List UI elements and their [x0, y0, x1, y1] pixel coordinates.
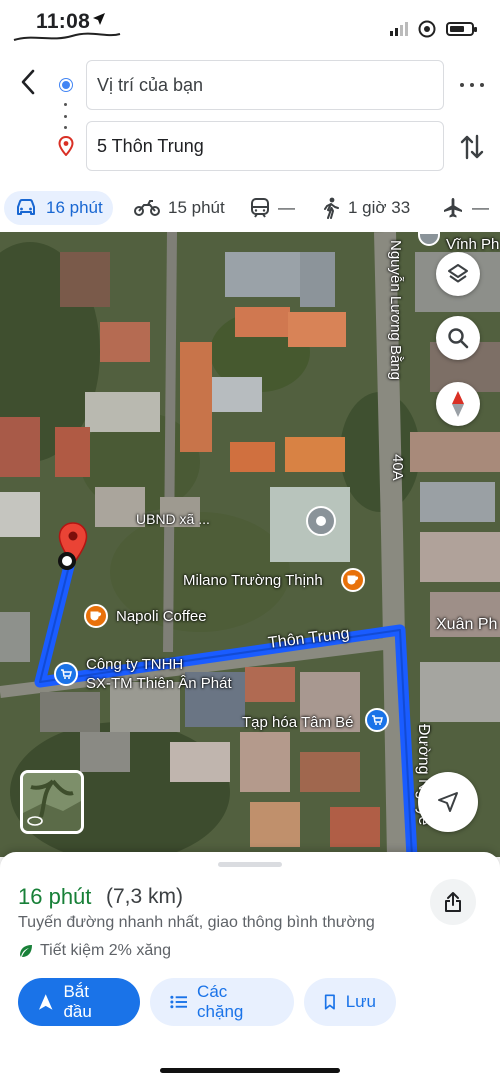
- my-location-button[interactable]: [418, 772, 478, 832]
- street-view-icon: [27, 816, 43, 826]
- tab-transit[interactable]: —: [240, 191, 305, 225]
- map-label-napoli[interactable]: Napoli Coffee: [116, 608, 207, 625]
- map-label-nguyen-luong-bang[interactable]: Nguyễn Lương Bằng: [387, 240, 404, 380]
- map-label-milano[interactable]: Milano Trường Thịnh: [183, 572, 323, 589]
- shop-marker-icon[interactable]: [365, 708, 389, 732]
- bookmark-icon: [324, 994, 335, 1010]
- place-marker-icon[interactable]: [306, 506, 336, 536]
- tab-walk[interactable]: 1 giờ 33: [312, 191, 420, 225]
- destination-input[interactable]: 5 Thôn Trung: [86, 121, 444, 171]
- map-label-tap-hoa[interactable]: Tạp hóa Tâm Bé: [242, 714, 353, 731]
- fuel-saving: Tiết kiệm 2% xăng: [18, 942, 171, 960]
- map-label-40a[interactable]: 40A: [389, 454, 406, 481]
- map-label-cong-ty-line2[interactable]: SX-TM Thiên Ân Phát: [86, 675, 232, 692]
- destination-pin-icon: [58, 136, 74, 156]
- airplane-icon: [444, 198, 462, 218]
- signal-icon: [390, 22, 408, 36]
- directions-header: Vị trí của bạn 5 Thôn Trung: [0, 48, 500, 180]
- search-along-route-button[interactable]: [436, 316, 480, 360]
- route-summary-sheet: 16 phút (7,3 km) Tuyến đường nhanh nhất,…: [0, 852, 500, 1080]
- transit-icon: [251, 198, 269, 218]
- route-duration: 16 phút: [18, 884, 92, 909]
- car-icon: [17, 199, 35, 215]
- route-distance: (7,3 km): [106, 885, 184, 908]
- street-view-thumbnail[interactable]: [20, 770, 84, 834]
- start-label: Bắt đầu: [63, 982, 92, 1021]
- cafe-marker-icon[interactable]: [341, 568, 365, 592]
- compass-button[interactable]: [436, 382, 480, 426]
- compass-icon: [452, 391, 464, 417]
- tab-walk-label: 1 giờ 33: [348, 198, 411, 217]
- map-view[interactable]: Nguyễn Lương Bằng 40A Vĩnh Ph UBND xã ..…: [0, 232, 500, 857]
- origin-input[interactable]: Vị trí của bạn: [86, 60, 444, 110]
- sheet-drag-handle[interactable]: [218, 862, 282, 867]
- map-label-cong-ty-line1[interactable]: Công ty TNHH: [86, 656, 183, 673]
- route-start-dot: [58, 552, 76, 570]
- handwritten-scribble: [13, 32, 121, 41]
- route-description: Tuyến đường nhanh nhất, giao thông bình …: [18, 914, 375, 931]
- layers-button[interactable]: [436, 252, 480, 296]
- search-icon: [448, 328, 469, 349]
- status-indicators: [390, 20, 477, 38]
- steps-button[interactable]: Các chặng: [150, 978, 294, 1026]
- swap-icon: [460, 134, 484, 160]
- back-button[interactable]: [12, 64, 44, 100]
- tab-motorbike[interactable]: 15 phút: [124, 191, 235, 225]
- status-bar: 11:08: [0, 0, 500, 48]
- tab-motorbike-label: 15 phút: [168, 198, 225, 217]
- steps-label: Các chặng: [197, 982, 244, 1021]
- cafe-marker-icon[interactable]: [84, 604, 108, 628]
- map-label-vinh-phu[interactable]: Vĩnh Ph: [446, 236, 499, 253]
- focus-icon: [418, 20, 436, 38]
- save-label: Lưu: [345, 992, 376, 1011]
- shop-marker-icon[interactable]: [54, 662, 78, 686]
- origin-dot-icon: [60, 79, 72, 91]
- layers-icon: [448, 264, 468, 283]
- map-label-ubnd[interactable]: UBND xã ...: [136, 511, 210, 527]
- battery-icon: [446, 22, 477, 36]
- list-icon: [170, 995, 188, 1009]
- share-button[interactable]: [430, 879, 476, 925]
- navigation-arrow-icon: [38, 994, 53, 1010]
- tab-car-label: 16 phút: [46, 198, 103, 217]
- map-label-xuan-phu[interactable]: Xuân Ph: [436, 616, 497, 634]
- navigation-arrow-icon: [438, 792, 458, 812]
- back-arrow-icon: [21, 69, 35, 95]
- more-options-button[interactable]: [460, 75, 484, 95]
- fuel-saving-label: Tiết kiệm 2% xăng: [40, 942, 172, 959]
- travel-mode-tabs: 16 phút 15 phút — 1 giờ 33 —: [0, 186, 500, 230]
- tab-flight-label: —: [472, 198, 489, 217]
- tab-flight[interactable]: —: [432, 191, 499, 225]
- share-icon: [445, 892, 461, 912]
- route-connector-icon: [64, 103, 68, 129]
- leaf-icon: [20, 945, 32, 957]
- tab-car[interactable]: 16 phút: [4, 191, 113, 225]
- swap-button[interactable]: [458, 132, 486, 162]
- walk-icon: [324, 197, 339, 219]
- motorbike-icon: [134, 200, 160, 216]
- tab-transit-label: —: [278, 198, 295, 217]
- home-indicator: [160, 1068, 340, 1073]
- start-navigation-button[interactable]: Bắt đầu: [18, 978, 140, 1026]
- save-button[interactable]: Lưu: [304, 978, 396, 1026]
- location-arrow-icon: [92, 12, 106, 31]
